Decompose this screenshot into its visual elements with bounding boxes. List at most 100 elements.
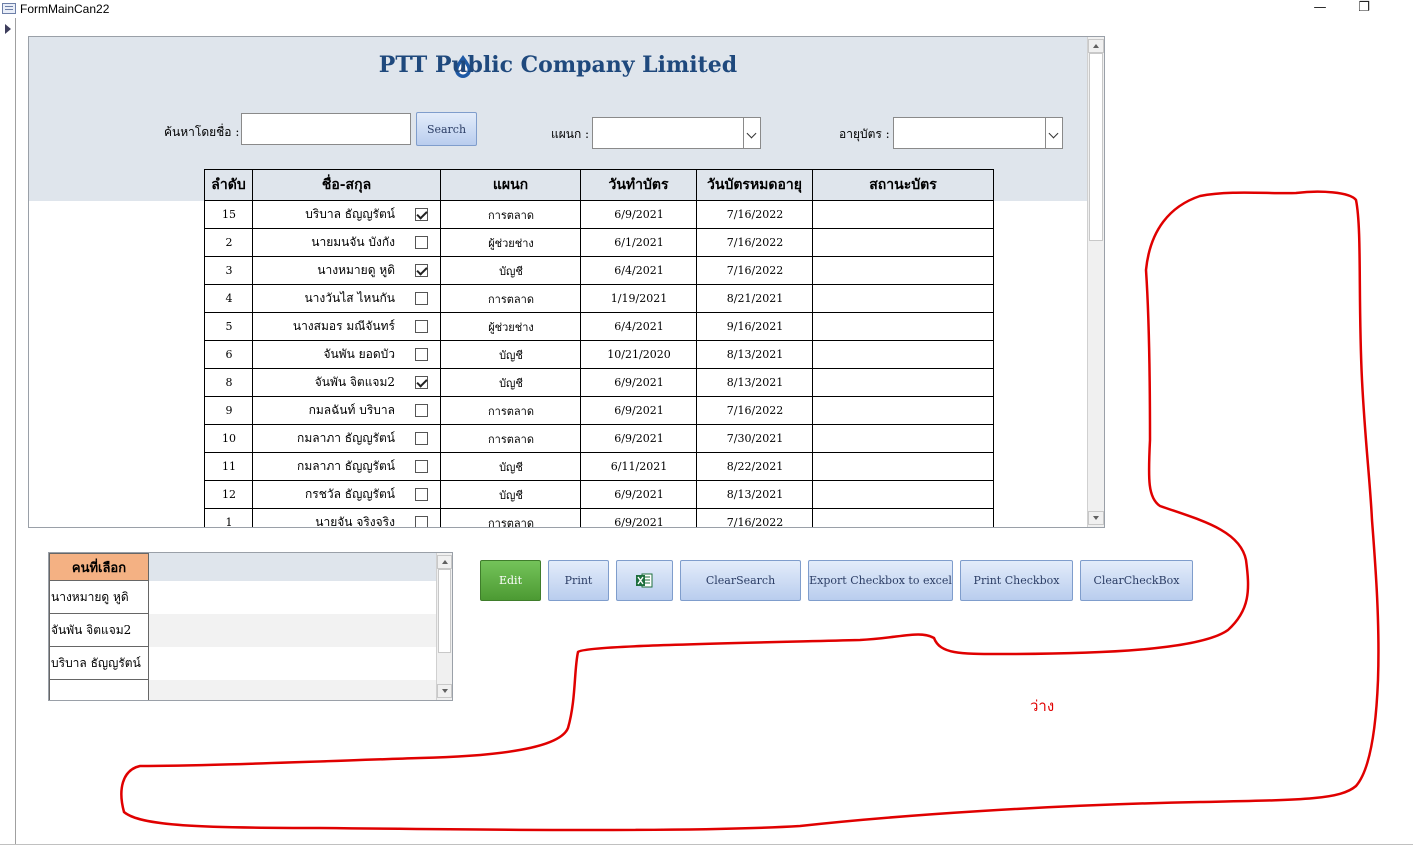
cell-department: ผู้ช่วยช่าง <box>440 229 581 257</box>
select-checkbox[interactable] <box>415 320 428 333</box>
cell-status[interactable] <box>812 453 994 481</box>
selected-row-filler <box>149 581 436 614</box>
cell-issued: 1/19/2021 <box>580 285 697 313</box>
cell-status[interactable] <box>812 201 994 229</box>
column-header-expires: วันบัตรหมดอายุ <box>696 169 813 201</box>
window-title-bar: FormMainCan22 — ❐ <box>0 0 1413 18</box>
cell-department: การตลาด <box>440 509 581 527</box>
select-checkbox[interactable] <box>415 432 428 445</box>
select-checkbox[interactable] <box>415 516 428 527</box>
minimize-icon[interactable]: — <box>1308 0 1332 16</box>
select-checkbox[interactable] <box>415 208 428 221</box>
cell-status[interactable] <box>812 369 994 397</box>
table-row[interactable]: 3 นางหมายดู หูดิ บัญชี 6/4/2021 7/16/2022 <box>204 257 994 285</box>
cell-expires: 7/16/2022 <box>696 509 813 527</box>
card-age-label: อายุบัตร : <box>839 127 890 141</box>
cell-status[interactable] <box>812 313 994 341</box>
clear-checkbox-button[interactable]: ClearCheckBox <box>1080 560 1193 601</box>
table-row[interactable]: 15 บริบาล ธัญญรัตน์ การตลาด 6/9/2021 7/16/20… <box>204 201 994 229</box>
cell-status[interactable] <box>812 509 994 527</box>
cell-name: นายจัน จริงจริง <box>252 509 441 527</box>
cell-expires: 7/30/2021 <box>696 425 813 453</box>
edit-button[interactable]: Edit <box>480 560 541 601</box>
chevron-down-icon[interactable] <box>1045 118 1062 148</box>
selected-header: คนที่เลือก <box>49 553 149 581</box>
department-label: แผนก : <box>551 127 590 141</box>
table-row[interactable]: 11 กมลาภา ธัญญรัตน์ บัญชี 6/11/2021 8/22/202… <box>204 453 994 481</box>
cell-no: 10 <box>204 425 253 453</box>
scroll-thumb[interactable] <box>438 569 451 653</box>
scroll-up-icon[interactable] <box>1088 39 1104 53</box>
restore-icon[interactable]: ❐ <box>1352 0 1376 16</box>
column-header-status: สถานะบัตร <box>812 169 994 201</box>
select-checkbox[interactable] <box>415 376 428 389</box>
cell-expires: 7/16/2022 <box>696 229 813 257</box>
cell-status[interactable] <box>812 229 994 257</box>
list-item[interactable]: นางหมายดู หูดิ <box>49 581 436 614</box>
cell-department: บัญชี <box>440 453 581 481</box>
cell-expires: 8/13/2021 <box>696 369 813 397</box>
table-row[interactable]: 4 นางวันไส ไหนกัน การตลาด 1/19/2021 8/21/202… <box>204 285 994 313</box>
column-header-department: แผนก <box>440 169 581 201</box>
table-row[interactable]: 6 จันพัน ยอดบัว บัญชี 10/21/2020 8/13/2021 <box>204 341 994 369</box>
scroll-down-icon[interactable] <box>1088 511 1104 525</box>
cell-expires: 8/13/2021 <box>696 481 813 509</box>
cell-no: 5 <box>204 313 253 341</box>
chevron-down-icon[interactable] <box>743 118 760 148</box>
table-row[interactable]: 2 นายมนจัน บังกัง ผู้ช่วยช่าง 6/1/2021 7/16/… <box>204 229 994 257</box>
cell-status[interactable] <box>812 425 994 453</box>
employee-subform: PTT Public Company Limited ค้นหาโดยชื่อ … <box>28 36 1105 528</box>
department-combobox[interactable] <box>592 117 761 149</box>
select-checkbox[interactable] <box>415 292 428 305</box>
table-row[interactable]: 10 กมลาภา ธัญญรัตน์ การตลาด 6/9/2021 7/30/20… <box>204 425 994 453</box>
cell-department: บัญชี <box>440 341 581 369</box>
list-item[interactable]: จันพัน จิตแจม2 <box>49 614 436 647</box>
list-item[interactable] <box>49 680 436 700</box>
cell-no: 2 <box>204 229 253 257</box>
scroll-up-icon[interactable] <box>437 555 452 569</box>
cell-no: 12 <box>204 481 253 509</box>
cell-status[interactable] <box>812 257 994 285</box>
scroll-thumb[interactable] <box>1089 53 1103 241</box>
select-checkbox[interactable] <box>415 264 428 277</box>
select-checkbox[interactable] <box>415 348 428 361</box>
cell-status[interactable] <box>812 341 994 369</box>
export-checkbox-button[interactable]: Export Checkbox to excel <box>808 560 953 601</box>
excel-button[interactable] <box>616 560 673 601</box>
current-record-icon[interactable] <box>5 24 11 34</box>
card-age-combobox[interactable] <box>893 117 1063 149</box>
select-checkbox[interactable] <box>415 460 428 473</box>
table-row[interactable]: 8 จันพัน จิตแจม2 บัญชี 6/9/2021 8/13/2021 <box>204 369 994 397</box>
table-row[interactable]: 12 กรชวัล ธัญญรัตน์ บัญชี 6/9/2021 8/13/2021 <box>204 481 994 509</box>
print-checkbox-button[interactable]: Print Checkbox <box>960 560 1073 601</box>
cell-department: บัญชี <box>440 257 581 285</box>
table-row[interactable]: 5 นางสมอร มณีจันทร์ ผู้ช่วยช่าง 6/4/2021 9/1… <box>204 313 994 341</box>
table-row[interactable]: 9 กมลฉันท์ บริบาล การตลาด 6/9/2021 7/16/2022 <box>204 397 994 425</box>
name-search-input[interactable] <box>241 113 411 145</box>
cell-department: การตลาด <box>440 397 581 425</box>
print-button[interactable]: Print <box>548 560 609 601</box>
selected-person-name: บริบาล ธัญญรัตน์ <box>49 647 149 680</box>
cell-issued: 6/9/2021 <box>580 369 697 397</box>
cell-issued: 6/9/2021 <box>580 481 697 509</box>
cell-status[interactable] <box>812 285 994 313</box>
cell-name: นางหมายดู หูดิ <box>252 257 441 285</box>
cell-status[interactable] <box>812 397 994 425</box>
selected-scrollbar[interactable] <box>436 553 452 700</box>
scroll-down-icon[interactable] <box>437 684 452 698</box>
clear-search-button[interactable]: ClearSearch <box>680 560 801 601</box>
selected-row-filler <box>149 614 436 647</box>
cell-no: 9 <box>204 397 253 425</box>
list-item[interactable]: บริบาล ธัญญรัตน์ <box>49 647 436 680</box>
selected-person-name: นางหมายดู หูดิ <box>49 581 149 614</box>
bottom-border <box>0 844 1413 845</box>
grid-scrollbar[interactable] <box>1087 37 1104 527</box>
cell-status[interactable] <box>812 481 994 509</box>
cell-no: 6 <box>204 341 253 369</box>
table-row[interactable]: 1 นายจัน จริงจริง การตลาด 6/9/2021 7/16/2022 <box>204 509 994 527</box>
select-checkbox[interactable] <box>415 404 428 417</box>
select-checkbox[interactable] <box>415 488 428 501</box>
search-button[interactable]: Search <box>416 112 477 146</box>
select-checkbox[interactable] <box>415 236 428 249</box>
cell-expires: 8/13/2021 <box>696 341 813 369</box>
